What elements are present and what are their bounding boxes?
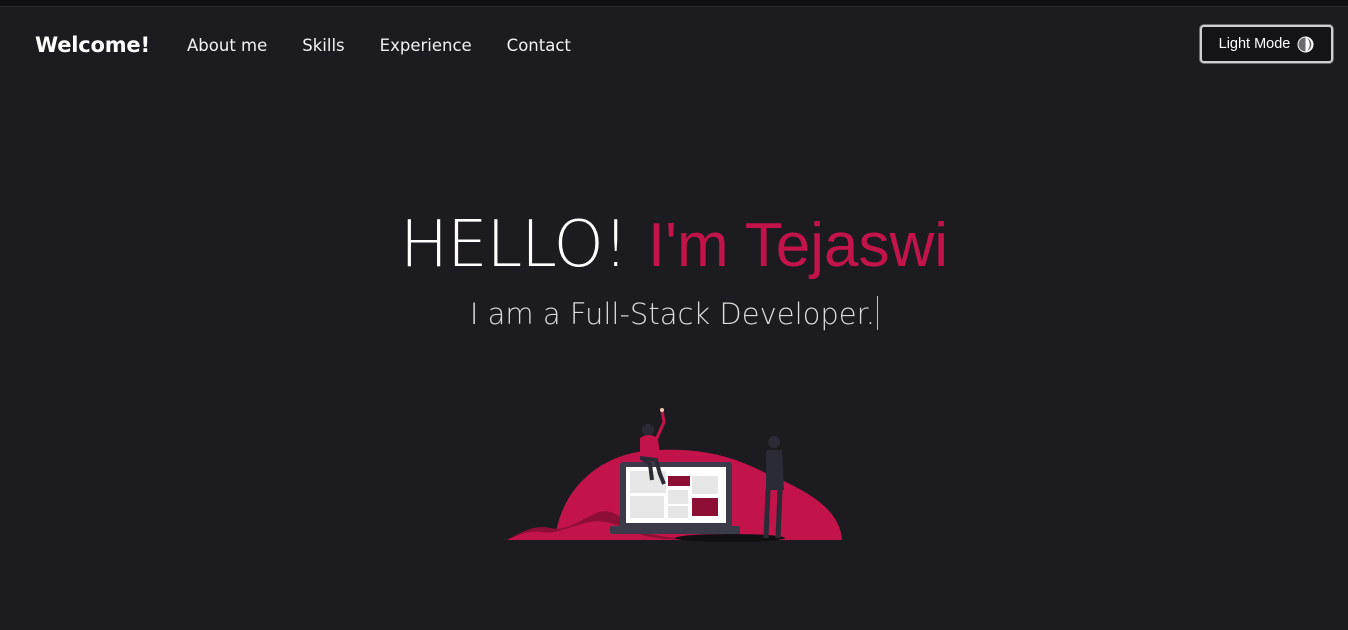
hero-subtitle: I am a Full-Stack Developer.: [469, 297, 876, 331]
nav-links: About me Skills Experience Contact: [187, 36, 606, 55]
brand-title[interactable]: Welcome!: [35, 33, 150, 57]
light-mode-label: Light Mode: [1218, 36, 1291, 52]
hero-name: I'm Tejaswi: [647, 211, 949, 280]
nav-link-about[interactable]: About me: [187, 36, 267, 55]
browser-top-strip: [0, 0, 1348, 7]
hero-heading: HELLO! I'm Tejaswi: [0, 206, 1348, 285]
hero-greeting: HELLO!: [399, 208, 629, 282]
half-circle-contrast-icon: [1297, 36, 1314, 53]
developer-laptop-illustration: [500, 400, 850, 545]
nav-link-experience[interactable]: Experience: [380, 36, 472, 55]
nav-link-contact[interactable]: Contact: [507, 36, 571, 55]
nav-link-skills[interactable]: Skills: [302, 36, 344, 55]
typing-cursor: [877, 296, 879, 330]
light-mode-button[interactable]: Light Mode: [1200, 25, 1333, 63]
navbar: Welcome! About me Skills Experience Cont…: [0, 7, 1348, 85]
hero-subtitle-line: I am a Full-Stack Developer.: [0, 294, 1348, 334]
